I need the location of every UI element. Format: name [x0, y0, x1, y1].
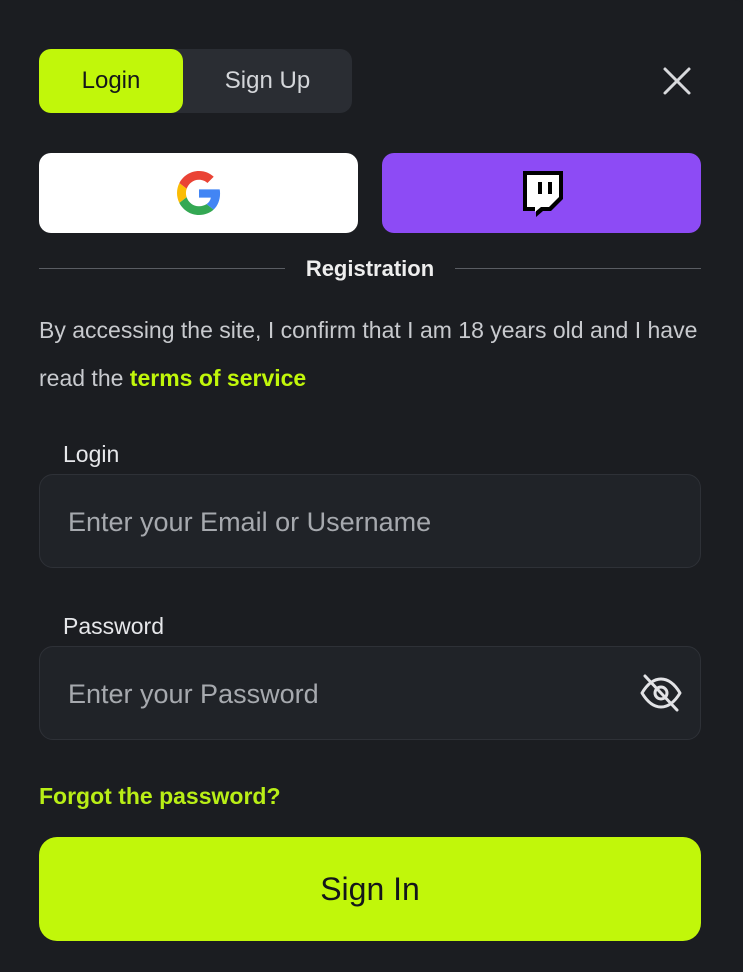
password-input[interactable] — [66, 647, 650, 741]
close-icon[interactable] — [657, 61, 697, 101]
google-login-button[interactable] — [39, 153, 358, 233]
auth-modal: Login Sign Up Registration By accessing … — [0, 0, 743, 972]
login-input[interactable] — [66, 475, 650, 569]
divider-line-right — [455, 268, 701, 269]
login-field-label: Login — [63, 441, 120, 467]
google-icon — [176, 171, 220, 215]
twitch-icon — [522, 171, 563, 217]
divider-label: Registration — [305, 256, 435, 281]
auth-tabs: Login Sign Up — [39, 49, 352, 113]
forgot-password-link[interactable]: Forgot the password? — [39, 783, 281, 810]
registration-divider: Registration — [39, 248, 701, 288]
twitch-login-button[interactable] — [382, 153, 701, 233]
password-input-box — [39, 646, 701, 741]
password-field-label: Password — [63, 613, 164, 639]
login-input-box — [39, 474, 701, 569]
sign-in-button[interactable]: Sign In — [39, 837, 701, 941]
age-notice: By accessing the site, I confirm that I … — [39, 306, 709, 402]
tab-login[interactable]: Login — [39, 49, 183, 113]
eye-off-icon[interactable] — [638, 672, 684, 714]
tab-signup[interactable]: Sign Up — [183, 49, 352, 113]
terms-link[interactable]: terms of service — [130, 365, 306, 391]
